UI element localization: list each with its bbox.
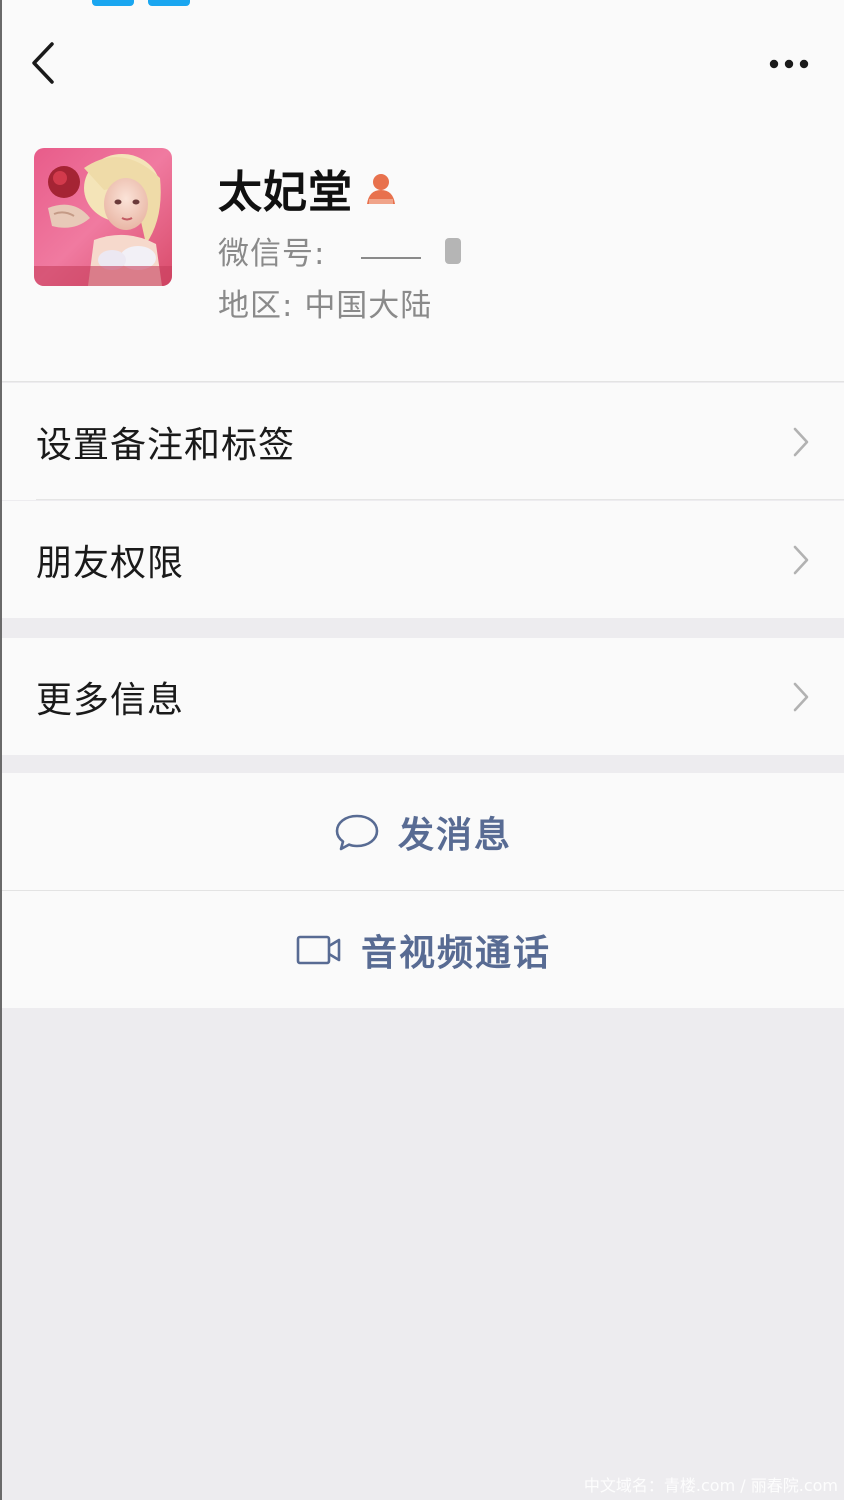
nickname-row: 太妃堂: [218, 156, 399, 220]
chevron-right-icon: [793, 545, 809, 574]
region-label: 地区:: [218, 288, 294, 324]
contact-profile-screen: 太妃堂 微信号: 地区: 中国大陆 设置备注和标签 朋友权限 更多信息 发消息 …: [0, 0, 844, 1500]
wechat-id-line: 微信号:: [218, 228, 471, 273]
video-call-label: 音视频通话: [360, 932, 551, 974]
video-camera-icon: [296, 935, 341, 964]
divider: [36, 499, 844, 500]
divider: [0, 381, 844, 382]
chevron-right-icon: [793, 682, 809, 711]
avatar[interactable]: [34, 148, 172, 286]
friend-permission-label: 朋友权限: [36, 542, 185, 584]
friend-permission-cell[interactable]: 朋友权限: [2, 501, 844, 618]
remark-tags-label: 设置备注和标签: [36, 424, 296, 466]
more-info-label: 更多信息: [36, 679, 185, 721]
remark-tags-cell[interactable]: 设置备注和标签: [2, 383, 844, 500]
send-message-label: 发消息: [397, 814, 512, 856]
back-button[interactable]: [26, 38, 66, 88]
status-indicator-icon: [148, 0, 190, 6]
profile-header: 太妃堂 微信号: 地区: 中国大陆: [2, 8, 844, 382]
chevron-left-icon: [32, 42, 54, 84]
screen-edge: [0, 0, 2, 1500]
video-call-button[interactable]: 音视频通话: [2, 891, 844, 1008]
more-dots-icon: [769, 59, 809, 69]
more-info-cell[interactable]: 更多信息: [2, 638, 844, 755]
status-bar: [0, 0, 844, 8]
send-message-button[interactable]: 发消息: [2, 773, 844, 890]
chevron-right-icon: [793, 427, 809, 456]
status-indicator-icon: [92, 0, 134, 6]
region-value: 中国大陆: [304, 288, 433, 324]
female-user-icon: [367, 174, 395, 204]
region-line: 地区: 中国大陆: [218, 280, 432, 325]
watermark: 中文域名：青楼.com / 丽春院.com: [583, 1476, 838, 1495]
chat-bubble-icon: [335, 814, 379, 850]
nickname: 太妃堂: [218, 167, 353, 218]
wechat-id-label: 微信号:: [218, 236, 326, 272]
more-options-button[interactable]: [768, 46, 814, 82]
wechat-id-masked: [361, 237, 462, 264]
